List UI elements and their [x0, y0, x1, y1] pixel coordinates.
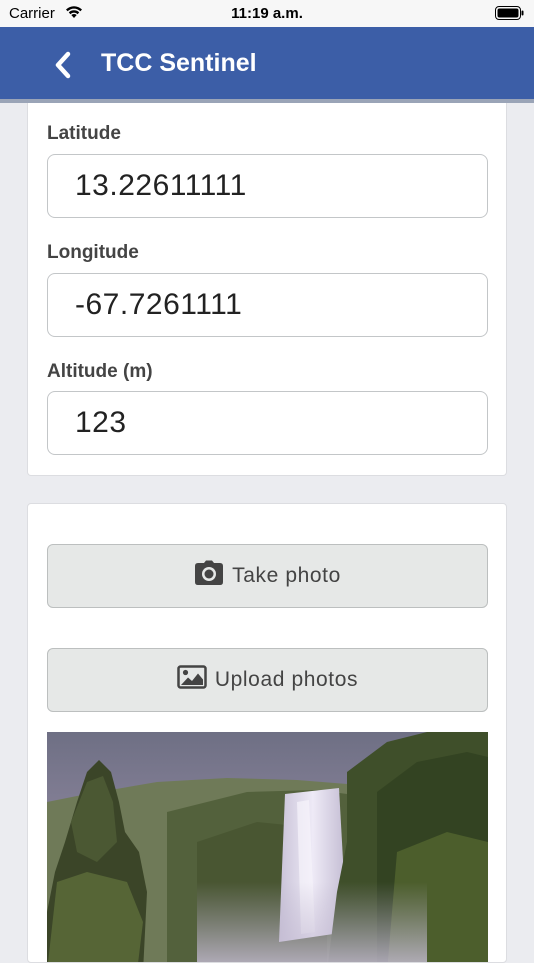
camera-icon: [194, 560, 224, 592]
clock: 11:19 a.m.: [231, 5, 303, 22]
nav-bar: TCC Sentinel: [0, 27, 534, 103]
page-title: TCC Sentinel: [101, 49, 257, 77]
latitude-label: Latitude: [47, 123, 121, 144]
longitude-label: Longitude: [47, 242, 139, 263]
chevron-left-icon[interactable]: [50, 49, 76, 81]
image-icon: [177, 665, 207, 695]
photos-card: Take photo Upload photos: [27, 503, 507, 963]
location-card: Latitude 13.22611111 Longitude -67.72611…: [27, 103, 507, 476]
upload-photos-label: Upload photos: [214, 668, 359, 691]
upload-photos-button[interactable]: Upload photos: [47, 648, 488, 712]
status-bar: Carrier 11:19 a.m.: [0, 0, 534, 27]
take-photo-button[interactable]: Take photo: [47, 544, 488, 608]
waterfall-photo: [47, 732, 488, 962]
take-photo-label: Take photo: [232, 564, 341, 587]
battery-icon: [495, 6, 524, 20]
latitude-field[interactable]: 13.22611111: [47, 154, 488, 218]
altitude-label: Altitude (m): [47, 361, 153, 382]
longitude-field[interactable]: -67.7261111: [47, 273, 488, 337]
altitude-field[interactable]: 123: [47, 391, 488, 455]
